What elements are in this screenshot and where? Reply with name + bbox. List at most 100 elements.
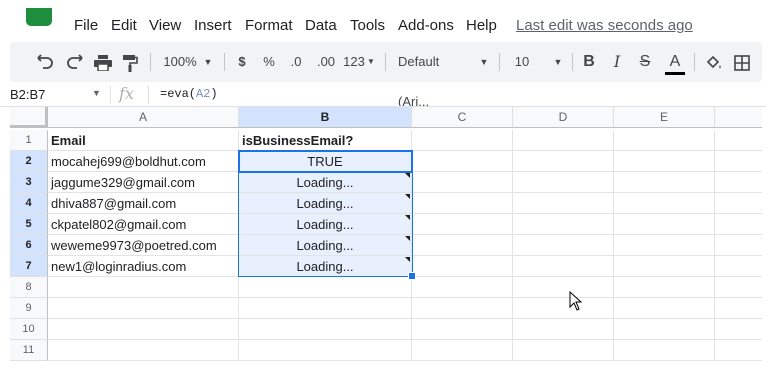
zoom-select[interactable]: 100% — [160, 42, 200, 82]
cell-b4[interactable]: Loading... — [239, 193, 412, 214]
cell[interactable] — [614, 130, 715, 151]
cell[interactable] — [513, 277, 614, 298]
cell[interactable] — [412, 130, 513, 151]
cell[interactable] — [48, 340, 239, 361]
select-all-corner[interactable] — [10, 107, 48, 128]
cell[interactable] — [614, 172, 715, 193]
chevron-down-icon[interactable]: ▼ — [92, 88, 101, 98]
undo-icon[interactable] — [36, 42, 56, 82]
cell[interactable] — [412, 340, 513, 361]
borders-icon[interactable] — [732, 42, 752, 82]
formula-input[interactable]: =eva(A2) — [160, 87, 218, 101]
menu-tools[interactable]: Tools — [350, 17, 385, 34]
cell[interactable] — [715, 172, 762, 193]
cell[interactable] — [48, 277, 239, 298]
font-size-select[interactable]: 10 — [512, 42, 532, 82]
cell-a3[interactable]: jaggume329@gmail.com — [48, 172, 239, 193]
menu-view[interactable]: View — [149, 17, 181, 34]
cell-b2[interactable]: TRUE — [239, 151, 412, 172]
cell[interactable] — [513, 214, 614, 235]
more-formats-button[interactable]: 123 — [342, 42, 366, 82]
cell[interactable] — [715, 235, 762, 256]
column-header-c[interactable]: C — [412, 107, 513, 128]
print-icon[interactable] — [92, 42, 114, 82]
fill-color-icon[interactable] — [704, 42, 724, 82]
cell[interactable] — [412, 214, 513, 235]
cell[interactable] — [614, 277, 715, 298]
cell[interactable] — [513, 256, 614, 277]
cell[interactable] — [614, 235, 715, 256]
last-edit-link[interactable]: Last edit was seconds ago — [516, 17, 693, 34]
bold-button[interactable]: B — [580, 42, 598, 82]
row-header[interactable]: 6 — [10, 235, 48, 256]
sheets-logo-icon[interactable] — [26, 8, 52, 26]
cell-a4[interactable]: dhiva887@gmail.com — [48, 193, 239, 214]
menu-add-ons[interactable]: Add-ons — [398, 17, 454, 34]
cell[interactable] — [48, 298, 239, 319]
decrease-decimal-button[interactable]: .0 — [286, 42, 306, 82]
cell-a5[interactable]: ckpatel802@gmail.com — [48, 214, 239, 235]
cell[interactable] — [513, 172, 614, 193]
cell-a2[interactable]: mocahej699@boldhut.com — [48, 151, 239, 172]
menu-edit[interactable]: Edit — [111, 17, 137, 34]
fill-handle[interactable] — [408, 272, 416, 280]
menu-insert[interactable]: Insert — [194, 17, 232, 34]
cell[interactable] — [614, 151, 715, 172]
cell[interactable] — [715, 298, 762, 319]
cell[interactable] — [614, 298, 715, 319]
redo-icon[interactable] — [64, 42, 84, 82]
menu-help[interactable]: Help — [466, 17, 497, 34]
cell[interactable] — [412, 256, 513, 277]
cell[interactable] — [239, 319, 412, 340]
chevron-down-icon[interactable]: ▼ — [478, 42, 490, 82]
cell[interactable] — [239, 298, 412, 319]
chevron-down-icon[interactable]: ▼ — [366, 42, 376, 82]
cell[interactable] — [715, 256, 762, 277]
cell[interactable] — [715, 130, 762, 151]
chevron-down-icon[interactable]: ▼ — [552, 42, 564, 82]
paint-format-icon[interactable] — [120, 42, 140, 82]
cell[interactable] — [715, 151, 762, 172]
cell[interactable] — [715, 340, 762, 361]
cell[interactable] — [412, 319, 513, 340]
cell-b5[interactable]: Loading... — [239, 214, 412, 235]
column-header-e[interactable]: E — [614, 107, 715, 128]
row-header[interactable]: 10 — [10, 319, 48, 340]
row-header[interactable]: 7 — [10, 256, 48, 277]
cell[interactable] — [513, 193, 614, 214]
cell[interactable] — [239, 340, 412, 361]
cell[interactable] — [614, 214, 715, 235]
cell[interactable] — [513, 319, 614, 340]
cell-a7[interactable]: new1@loginradius.com — [48, 256, 239, 277]
cell[interactable] — [614, 193, 715, 214]
column-header-a[interactable]: A — [48, 107, 239, 128]
cell[interactable] — [513, 340, 614, 361]
text-color-button[interactable]: A — [664, 42, 686, 82]
increase-decimal-button[interactable]: .00 — [314, 42, 338, 82]
cell[interactable] — [614, 340, 715, 361]
cell[interactable] — [412, 151, 513, 172]
cell[interactable] — [513, 130, 614, 151]
row-header[interactable]: 11 — [10, 340, 48, 361]
cell[interactable] — [412, 277, 513, 298]
name-box[interactable]: B2:B7 — [10, 87, 100, 102]
row-header[interactable]: 2 — [10, 151, 48, 172]
cell[interactable] — [715, 319, 762, 340]
menu-format[interactable]: Format — [245, 17, 293, 34]
cell[interactable] — [412, 193, 513, 214]
column-header-d[interactable]: D — [513, 107, 614, 128]
cell[interactable] — [715, 214, 762, 235]
cell[interactable] — [412, 298, 513, 319]
column-header-b[interactable]: B — [239, 107, 412, 128]
italic-button[interactable]: I — [608, 42, 626, 82]
cell[interactable] — [513, 235, 614, 256]
cell-b6[interactable]: Loading... — [239, 235, 412, 256]
row-header[interactable]: 8 — [10, 277, 48, 298]
menu-data[interactable]: Data — [305, 17, 337, 34]
row-header[interactable]: 3 — [10, 172, 48, 193]
chevron-down-icon[interactable]: ▼ — [202, 42, 214, 82]
strikethrough-button[interactable]: S — [636, 42, 654, 82]
row-header[interactable]: 5 — [10, 214, 48, 235]
cell[interactable] — [715, 277, 762, 298]
cell[interactable] — [48, 319, 239, 340]
